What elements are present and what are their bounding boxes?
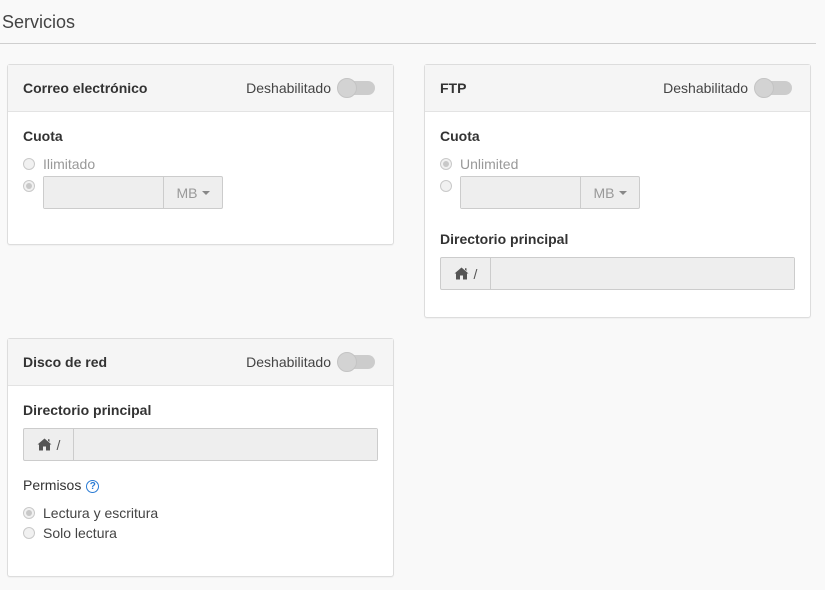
ftp-quota-label: Cuota [440,128,480,144]
netdisk-permissions-heading: Permisos? [23,477,378,493]
caret-down-icon [201,190,210,195]
ftp-switch-group: Deshabilitado [663,78,792,98]
toggle-knob [754,78,774,98]
permission-read-write-label: Lectura y escritura [43,505,159,521]
netdisk-switch-label: Deshabilitado [246,354,331,370]
email-switch-group: Deshabilitado [246,78,375,98]
email-quota-label: Cuota [23,128,63,144]
email-unit-label: MB [176,184,198,201]
email-unlimited-option[interactable]: Ilimitado [23,154,378,174]
section-divider [0,43,816,44]
email-unit-dropdown[interactable]: MB [164,177,222,208]
permission-read-only-option[interactable]: Solo lectura [23,523,378,543]
ftp-unlimited-label: Unlimited [460,156,519,172]
netdisk-home-prefix: / [24,429,74,460]
caret-down-icon [618,190,627,195]
ftp-panel-body: Cuota Unlimited MB Directorio principal … [425,112,810,305]
netdisk-home-label: Directorio principal [23,402,152,418]
home-icon [454,267,469,280]
ftp-quota-input-group: MB [460,176,640,209]
ftp-quota-input[interactable] [461,177,581,208]
home-icon [37,438,52,451]
email-quota-input-group: MB [43,176,223,209]
ftp-unit-dropdown[interactable]: MB [581,177,639,208]
netdisk-panel-header: Disco de red Deshabilitado [8,339,393,386]
ftp-custom-quota-radio[interactable] [440,180,452,192]
ftp-unlimited-radio[interactable] [440,158,452,170]
permission-read-write-option[interactable]: Lectura y escritura [23,503,378,523]
netdisk-permissions-label: Permisos [23,477,82,493]
ftp-home-input-group: / [440,257,795,290]
ftp-quota-custom-row: MB [440,176,795,209]
netdisk-home-input-group: / [23,428,378,461]
email-quota-custom-row: MB [23,176,378,209]
netdisk-switch-group: Deshabilitado [246,352,375,372]
email-quota-input[interactable] [44,177,164,208]
email-panel: Correo electrónico Deshabilitado Cuota I… [7,64,394,245]
netdisk-panel-title: Disco de red [23,354,108,370]
ftp-panel-title: FTP [440,80,467,96]
ftp-switch-label: Deshabilitado [663,80,748,96]
email-unlimited-label: Ilimitado [43,156,96,172]
ftp-unlimited-option[interactable]: Unlimited [440,154,795,174]
netdisk-enable-toggle[interactable] [337,352,375,372]
ftp-enable-toggle[interactable] [754,78,792,98]
ftp-home-input[interactable] [491,258,794,289]
email-switch-label: Deshabilitado [246,80,331,96]
netdisk-home-input[interactable] [74,429,377,460]
ftp-panel-header: FTP Deshabilitado [425,65,810,112]
email-panel-body: Cuota Ilimitado MB [8,112,393,224]
ftp-home-prefix: / [441,258,491,289]
email-panel-header: Correo electrónico Deshabilitado [8,65,393,112]
email-enable-toggle[interactable] [337,78,375,98]
email-unlimited-radio[interactable] [23,158,35,170]
question-circle-icon[interactable]: ? [86,480,100,493]
netdisk-home-slash: / [56,436,61,453]
permission-read-only-label: Solo lectura [43,525,117,541]
ftp-home-label: Directorio principal [440,231,569,247]
netdisk-panel-body: Directorio principal / Permisos? Lectura… [8,386,393,558]
section-title: Servicios [2,12,76,32]
ftp-home-slash: / [473,265,478,282]
permission-read-only-radio[interactable] [23,527,35,539]
email-custom-quota-radio[interactable] [23,180,35,192]
ftp-panel: FTP Deshabilitado Cuota Unlimited MB Dir… [424,64,811,318]
email-panel-title: Correo electrónico [23,80,148,96]
toggle-knob [337,352,357,372]
permission-read-write-radio[interactable] [23,507,35,519]
ftp-unit-label: MB [593,184,615,201]
toggle-knob [337,78,357,98]
netdisk-panel: Disco de red Deshabilitado Directorio pr… [7,338,394,577]
